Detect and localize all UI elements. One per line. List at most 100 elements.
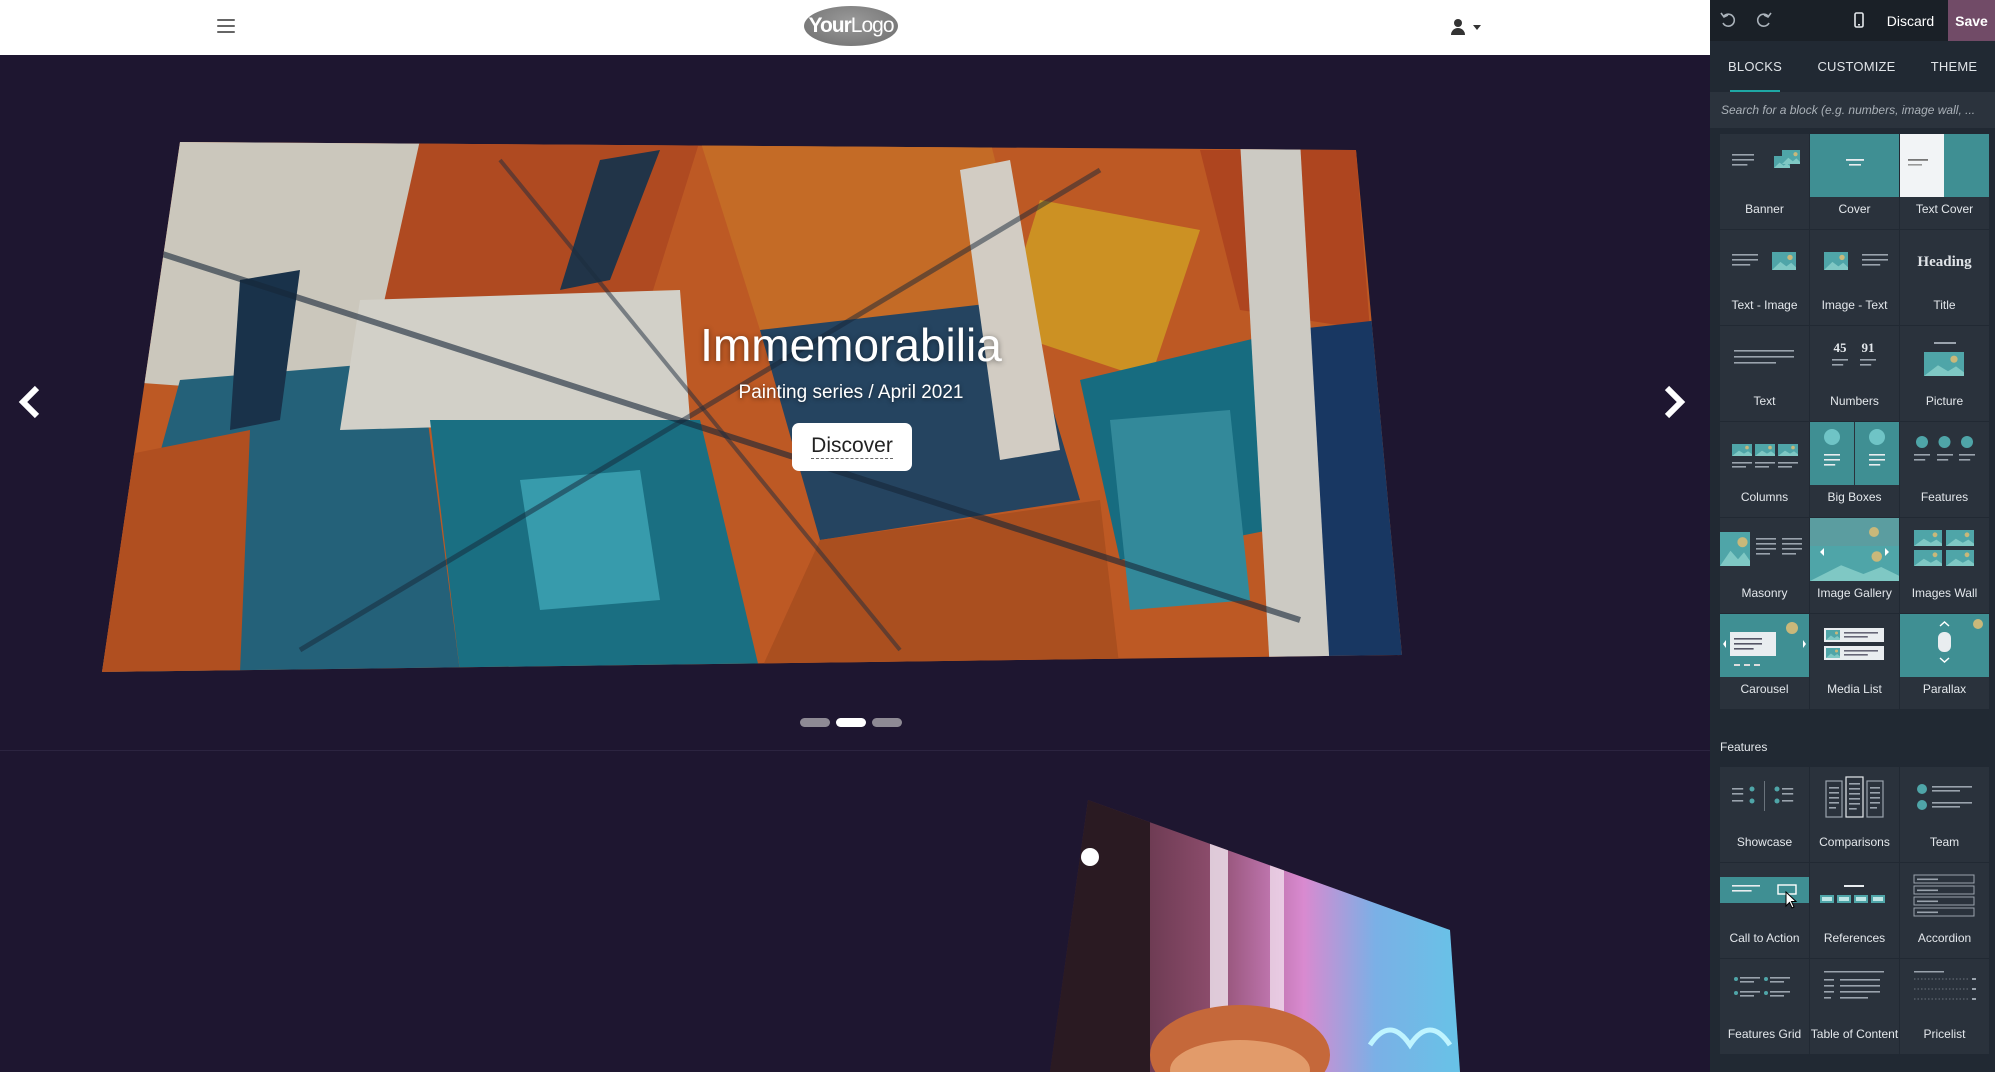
block-label: References xyxy=(1823,931,1886,945)
discard-button[interactable]: Discard xyxy=(1873,0,1948,41)
block-label: Features xyxy=(1920,490,1969,504)
carousel-prev-arrow-icon[interactable] xyxy=(15,384,45,420)
block-comparisons[interactable]: Comparisons xyxy=(1810,767,1899,862)
showcase-thumbnail-icon xyxy=(1720,767,1809,830)
block-team[interactable]: Team xyxy=(1900,767,1989,862)
block-label: Media List xyxy=(1827,682,1882,696)
textcover-thumbnail-icon xyxy=(1900,134,1989,197)
columns-thumbnail-icon xyxy=(1720,422,1809,485)
block-label: Banner xyxy=(1745,202,1784,216)
tab-blocks[interactable]: BLOCKS xyxy=(1710,41,1800,92)
block-banner[interactable]: Banner xyxy=(1720,134,1809,229)
user-menu-dropdown[interactable] xyxy=(1451,17,1481,37)
cover-thumbnail-icon xyxy=(1810,134,1899,197)
comparisons-thumbnail-icon xyxy=(1810,767,1899,830)
undo-icon[interactable] xyxy=(1718,10,1738,30)
block-label: Big Boxes xyxy=(1827,490,1882,504)
references-thumbnail-icon xyxy=(1810,863,1899,926)
block-text[interactable]: Text xyxy=(1720,326,1809,421)
block-search-input[interactable] xyxy=(1710,92,1995,128)
svg-text:Heading: Heading xyxy=(1917,254,1972,270)
imageswall-thumbnail-icon xyxy=(1900,518,1989,581)
block-features[interactable]: Features xyxy=(1900,422,1989,517)
block-medialist[interactable]: Media List xyxy=(1810,614,1899,709)
block-label: Team xyxy=(1929,835,1960,849)
block-label: Columns xyxy=(1740,490,1789,504)
website-preview: Your Logo Immemorabilia Painting series /… xyxy=(0,0,1710,1072)
discover-button-label: Discover xyxy=(811,434,893,459)
block-cta[interactable]: Call to Action xyxy=(1720,863,1809,958)
medialist-thumbnail-icon xyxy=(1810,614,1899,677)
redo-icon[interactable] xyxy=(1754,10,1774,30)
editor-toolbar: Discard Save xyxy=(1710,0,1995,41)
block-label: Text Cover xyxy=(1915,202,1974,216)
discover-button[interactable]: Discover xyxy=(792,423,912,471)
block-masonry[interactable]: Masonry xyxy=(1720,518,1809,613)
mobile-preview-icon[interactable] xyxy=(1849,10,1869,30)
text-thumbnail-icon xyxy=(1720,326,1809,389)
block-imageswall[interactable]: Images Wall xyxy=(1900,518,1989,613)
toc-thumbnail-icon xyxy=(1810,959,1899,1022)
block-imagetext[interactable]: Image - Text xyxy=(1810,230,1899,325)
block-label: Showcase xyxy=(1736,835,1793,849)
block-label: Image Gallery xyxy=(1817,586,1892,600)
block-cover[interactable]: Cover xyxy=(1810,134,1899,229)
team-thumbnail-icon xyxy=(1900,767,1989,830)
block-numbers[interactable]: 45 91 Numbers xyxy=(1810,326,1899,421)
carousel-indicator-active[interactable] xyxy=(836,718,866,727)
block-label: Title xyxy=(1933,298,1956,312)
featuresgrid-thumbnail-icon xyxy=(1720,959,1809,1022)
bigboxes-thumbnail-icon xyxy=(1810,422,1899,485)
carousel-indicator[interactable] xyxy=(872,718,902,727)
cta-thumbnail-icon xyxy=(1720,863,1809,926)
block-pricelist[interactable]: Pricelist xyxy=(1900,959,1989,1054)
block-label: Carousel xyxy=(1740,682,1789,696)
features-thumbnail-icon xyxy=(1900,422,1989,485)
block-label: Features Grid xyxy=(1727,1027,1802,1041)
save-button[interactable]: Save xyxy=(1948,0,1995,41)
block-label: Images Wall xyxy=(1911,586,1978,600)
carousel-next-arrow-icon[interactable] xyxy=(1659,384,1689,420)
block-picture[interactable]: Picture xyxy=(1900,326,1989,421)
block-gallery[interactable]: Image Gallery xyxy=(1810,518,1899,613)
block-references[interactable]: References xyxy=(1810,863,1899,958)
block-title[interactable]: Heading Title xyxy=(1900,230,1989,325)
gallery-thumbnail-icon xyxy=(1810,518,1899,581)
site-logo[interactable]: Your Logo xyxy=(804,6,898,46)
section-divider xyxy=(0,750,1710,751)
block-label: Table of Content xyxy=(1810,1027,1899,1041)
block-label: Accordion xyxy=(1917,931,1972,945)
block-showcase[interactable]: Showcase xyxy=(1720,767,1809,862)
block-textimage[interactable]: Text - Image xyxy=(1720,230,1809,325)
block-textcover[interactable]: Text Cover xyxy=(1900,134,1989,229)
block-featuresgrid[interactable]: Features Grid xyxy=(1720,959,1809,1054)
block-carousel[interactable]: Carousel xyxy=(1720,614,1809,709)
tab-theme[interactable]: THEME xyxy=(1913,41,1995,92)
carousel-indicator[interactable] xyxy=(800,718,830,727)
title-thumbnail-icon: Heading xyxy=(1900,230,1989,293)
pricelist-thumbnail-icon xyxy=(1900,959,1989,1022)
block-bigboxes[interactable]: Big Boxes xyxy=(1810,422,1899,517)
block-parallax[interactable]: Parallax xyxy=(1900,614,1989,709)
numbers-thumbnail-icon: 45 91 xyxy=(1810,326,1899,389)
block-columns[interactable]: Columns xyxy=(1720,422,1809,517)
block-label: Parallax xyxy=(1922,682,1967,696)
hamburger-menu-icon[interactable] xyxy=(217,19,235,33)
site-header: Your Logo xyxy=(0,0,1710,55)
block-label: Call to Action xyxy=(1729,931,1800,945)
block-label: Image - Text xyxy=(1821,298,1888,312)
logo-text-bold: Your xyxy=(808,14,852,37)
tab-customize[interactable]: CUSTOMIZE xyxy=(1800,41,1913,92)
features-section-title: Features xyxy=(1720,740,1768,754)
caret-down-icon xyxy=(1473,24,1481,30)
picture-thumbnail-icon xyxy=(1900,326,1989,389)
block-accordion[interactable]: Accordion xyxy=(1900,863,1989,958)
editor-sidebar: Discard Save BLOCKS CUSTOMIZE THEME Bann… xyxy=(1710,0,1995,1072)
features-blocks-grid: Showcase Comparisons Team Call to Action Ref… xyxy=(1720,767,1989,1054)
block-toc[interactable]: Table of Content xyxy=(1810,959,1899,1054)
user-icon xyxy=(1451,19,1465,35)
banner-thumbnail-icon xyxy=(1720,134,1809,197)
hero-subtitle: Painting series / April 2021 xyxy=(738,382,964,403)
neon-portrait-image xyxy=(1050,800,1460,1072)
carousel-indicators xyxy=(800,718,902,727)
